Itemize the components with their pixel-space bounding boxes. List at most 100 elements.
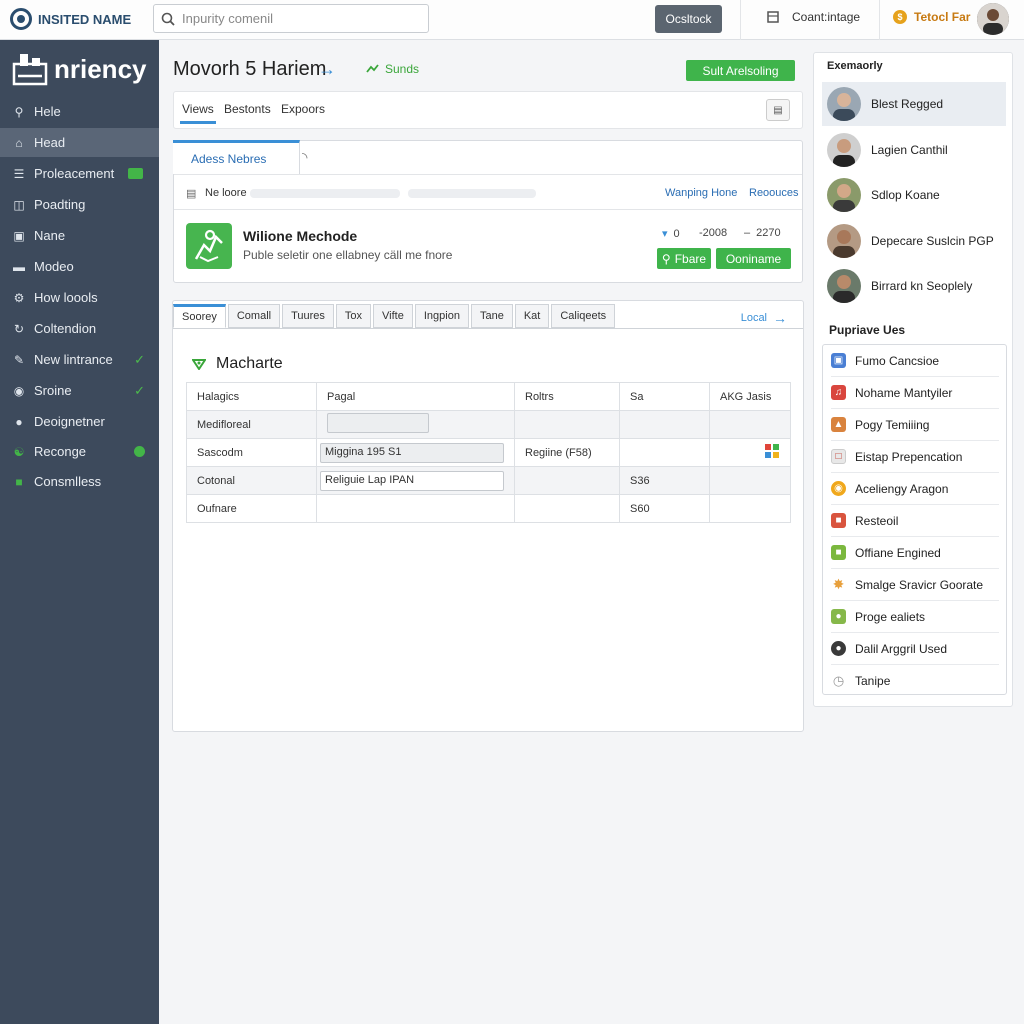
- title-tag[interactable]: Sunds: [365, 62, 419, 76]
- grid-tab[interactable]: Vifte: [373, 304, 413, 328]
- search-box[interactable]: [153, 4, 429, 33]
- continue-button[interactable]: Ooniname: [716, 248, 791, 269]
- table-row[interactable]: Oufnare S60: [186, 494, 791, 523]
- link-resources[interactable]: Reoouces: [749, 187, 799, 199]
- table-row[interactable]: Cotonal Religuie Lap IPAN S36: [186, 466, 791, 495]
- list-item[interactable]: ◉ Aceliengy Aragon: [831, 473, 999, 505]
- sidebar-item-new-entrance[interactable]: ✎ New lintrance ✓: [0, 345, 159, 374]
- search-icon: [161, 12, 175, 26]
- arrow-right-icon[interactable]: →: [318, 59, 336, 80]
- sidebar-item-label: Consmlless: [34, 474, 102, 489]
- link-wanping-hone[interactable]: Wanping Hone: [665, 187, 737, 199]
- sidebar-item-consoles[interactable]: ■ Consmlless: [0, 467, 159, 496]
- list-item-label: Fumo Cancsioe: [855, 353, 940, 368]
- list-item[interactable]: ▣ Fumo Cancsioe: [831, 345, 999, 377]
- sidebar-logo-text: nriency: [54, 53, 147, 84]
- subbar-label: Ne loore: [205, 187, 247, 199]
- grid-tab[interactable]: Tox: [335, 304, 372, 328]
- sidebar-item-modes[interactable]: ▬ Modeo: [0, 252, 159, 281]
- person-item[interactable]: Birrard kn Seoplely: [822, 264, 1006, 308]
- share-button[interactable]: ⚲ Fbare: [657, 248, 711, 269]
- brand-name: INSITED NAME: [38, 11, 132, 27]
- table-cell: [514, 410, 620, 439]
- sidebar-item-placement[interactable]: ☰ Proleacement: [0, 159, 159, 188]
- cell-input[interactable]: Religuie Lap IPAN: [320, 470, 504, 491]
- grid-tab[interactable]: Caliqeets: [551, 304, 616, 328]
- list-item[interactable]: ■ Offiane Engined: [831, 537, 999, 569]
- list-item-label: Tanipe: [855, 674, 891, 688]
- check-icon: ✓: [134, 382, 145, 398]
- table-cell: [316, 494, 515, 523]
- app-icon: [186, 223, 232, 269]
- sidebar-item-scene[interactable]: ◉ Sroine ✓: [0, 376, 159, 405]
- tab-views[interactable]: Views: [180, 102, 216, 124]
- cell-input[interactable]: [327, 413, 429, 433]
- person-item[interactable]: Lagien Canthil: [822, 128, 1006, 172]
- list-item[interactable]: ◷ Tanipe: [831, 665, 999, 697]
- list-item-label: Proge ealiets: [855, 609, 926, 624]
- grid-tab[interactable]: Comall: [227, 304, 281, 328]
- list-item[interactable]: ■ Resteoil: [831, 505, 999, 537]
- list-item-label: Aceliengy Aragon: [855, 481, 949, 496]
- music-icon: ♫: [831, 385, 846, 400]
- sidebar-item-tools[interactable]: ⚙ How loools: [0, 283, 159, 312]
- list-item[interactable]: ▲ Pogy Temiiing: [831, 409, 999, 441]
- doc-icon: ▣: [831, 353, 846, 368]
- search-input[interactable]: [182, 11, 412, 26]
- sidebar-item-label: Nane: [34, 228, 66, 243]
- tab-adess-nebres[interactable]: Adess Nebres: [173, 140, 300, 174]
- primary-action-button[interactable]: Sult Arelsoling: [686, 60, 795, 81]
- grid-tab[interactable]: Tuures: [282, 304, 334, 328]
- table-cell: [709, 466, 791, 495]
- grid-tab[interactable]: Ingpion: [414, 304, 469, 328]
- grid-tab[interactable]: Tane: [470, 304, 513, 328]
- cell-input[interactable]: Miggina 195 S1: [320, 442, 504, 463]
- tab-bestonts[interactable]: Bestonts: [224, 102, 271, 116]
- chrome-icon: ◉: [831, 481, 846, 496]
- divider: [879, 0, 880, 40]
- sidebar-logo[interactable]: nriency: [12, 52, 147, 86]
- table-cell: [709, 494, 791, 523]
- brand[interactable]: INSITED NAME: [10, 8, 131, 30]
- refresh-icon: ↻: [13, 321, 25, 336]
- table-cell: S36: [619, 466, 710, 495]
- list-item[interactable]: ● Dalil Arggril Used: [831, 633, 999, 665]
- sidebar-item-collection[interactable]: ↻ Coltendion: [0, 314, 159, 343]
- local-link[interactable]: Local →: [741, 310, 787, 326]
- list-item[interactable]: ♫ Nohame Mantyiler: [831, 377, 999, 409]
- sidebar-item-help[interactable]: ⚲ Hele: [0, 97, 159, 126]
- box-icon: ■: [831, 513, 846, 528]
- user-menu[interactable]: $ Tetocl Far: [893, 10, 970, 24]
- table-header: AKG Jasis: [709, 382, 791, 411]
- tab-expoors[interactable]: Expoors: [281, 102, 325, 116]
- grid-tab[interactable]: Kat: [514, 304, 550, 328]
- sidebar-item-posting[interactable]: ◫ Poadting: [0, 190, 159, 219]
- apps-list: ▣ Fumo Cancsioe ♫ Nohame Mantyiler ▲ Pogy T…: [822, 344, 1007, 695]
- stat-item: ▾ 0: [662, 227, 680, 241]
- sidebar-item-designer[interactable]: ● Deoignetner: [0, 407, 159, 436]
- list-item[interactable]: ● Proge ealiets: [831, 601, 999, 633]
- window-icon: ▣: [13, 228, 25, 243]
- person-item[interactable]: Blest Regged: [822, 82, 1006, 126]
- table-row[interactable]: Medifloreal: [186, 410, 791, 439]
- grid-tab[interactable]: Soorey: [173, 304, 226, 328]
- person-item[interactable]: Depecare Suslcin PGP: [822, 219, 1006, 263]
- options-button[interactable]: ▤: [766, 99, 790, 121]
- search-icon: ⚲: [14, 104, 24, 119]
- top-link[interactable]: Coant:intage: [766, 10, 860, 24]
- top-action-button[interactable]: Ocsltock: [655, 5, 722, 33]
- table-cell: Miggina 195 S1: [316, 438, 515, 467]
- table-row[interactable]: Sascodm Miggina 195 S1 Regiine (F58): [186, 438, 791, 467]
- list-item[interactable]: □ Eistap Prepencation: [831, 441, 999, 473]
- sidebar-item-recognize[interactable]: ☯ Recongе: [0, 437, 159, 466]
- avatar[interactable]: [977, 3, 1009, 35]
- apps-icon[interactable]: [764, 443, 780, 459]
- sidebar-item-name[interactable]: ▣ Nane: [0, 221, 159, 250]
- person-item[interactable]: Sdlop Koane: [822, 173, 1006, 217]
- sidebar-item-label: Coltendion: [34, 321, 97, 336]
- list-item[interactable]: ✸ Smalge Sravicr Goorate: [831, 569, 999, 601]
- sidebar-item-label: Recongе: [34, 444, 87, 459]
- sidebar-item-label: Poadting: [34, 197, 86, 212]
- sidebar-item-head[interactable]: ⌂ Head: [0, 128, 159, 157]
- stat-item: -2008: [699, 227, 727, 239]
